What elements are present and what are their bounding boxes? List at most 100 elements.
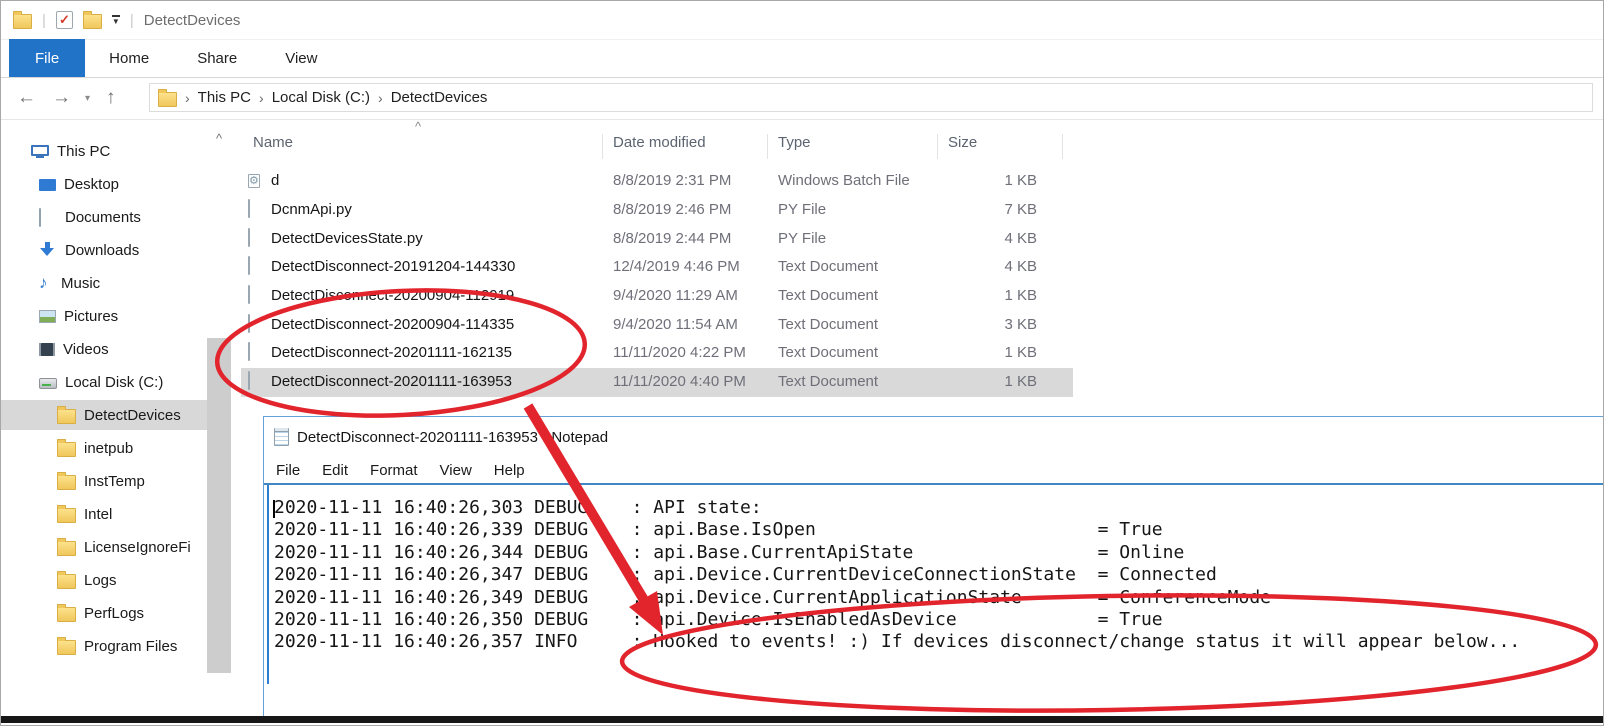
tab-file[interactable]: File <box>9 39 85 77</box>
file-date: 8/8/2019 2:46 PM <box>613 201 731 218</box>
sidebar-scroll-up-icon[interactable]: ^ <box>207 129 231 149</box>
sidebar-item-perflogs[interactable]: PerfLogs <box>1 598 233 628</box>
file-name: DetectDisconnect-20191204-144330 <box>271 258 515 275</box>
sidebar-item-logs[interactable]: Logs <box>1 565 233 595</box>
table-row[interactable]: ⚙ d 8/8/2019 2:31 PM Windows Batch File … <box>241 167 1073 196</box>
sidebar-item-this-pc[interactable]: This PC <box>1 136 233 166</box>
menu-file[interactable]: File <box>276 462 300 479</box>
table-row[interactable]: DetectDisconnect-20200904-114335 9/4/202… <box>241 311 1073 340</box>
notepad-titlebar[interactable]: DetectDisconnect-20201111-163953 - Notep… <box>264 417 1603 457</box>
sidebar-scrollbar[interactable] <box>207 338 231 673</box>
sidebar-item-music[interactable]: ♪ Music <box>1 268 233 298</box>
recent-locations-icon[interactable]: ▾ <box>85 93 90 104</box>
sidebar-item-label: Desktop <box>64 176 119 193</box>
sidebar-item-label: Music <box>61 275 100 292</box>
file-type: Text Document <box>778 316 878 333</box>
notepad-title: DetectDisconnect-20201111-163953 - Notep… <box>297 429 608 446</box>
folder-icon <box>57 541 76 556</box>
file-type: Text Document <box>778 344 878 361</box>
table-row[interactable]: DetectDevicesState.py 8/8/2019 2:44 PM P… <box>241 225 1073 254</box>
menu-help[interactable]: Help <box>494 462 525 479</box>
sidebar-item-inetpub[interactable]: inetpub <box>1 433 233 463</box>
breadcrumb-this-pc[interactable]: This PC <box>198 89 251 106</box>
sidebar-item-pictures[interactable]: Pictures <box>1 301 233 331</box>
notepad-menubar: File Edit Format View Help <box>264 457 1603 483</box>
app-folder-icon <box>13 14 32 29</box>
log-line: 2020-11-11 16:40:26,344 DEBUG : api.Base… <box>274 542 1520 564</box>
forward-icon[interactable]: → <box>52 87 71 109</box>
tab-home[interactable]: Home <box>85 39 173 77</box>
file-type: Text Document <box>778 287 878 304</box>
table-row[interactable]: DcnmApi.py 8/8/2019 2:46 PM PY File 7 KB <box>241 196 1073 225</box>
notepad-window: DetectDisconnect-20201111-163953 - Notep… <box>263 416 1603 717</box>
sidebar-item-label: PerfLogs <box>84 605 144 622</box>
sidebar-item-documents[interactable]: Documents <box>1 202 233 232</box>
location-folder-icon <box>158 92 177 107</box>
back-icon[interactable]: ← <box>17 87 36 109</box>
sidebar-item-label: Local Disk (C:) <box>65 374 163 391</box>
sidebar-item-label: Downloads <box>65 242 139 259</box>
sidebar-item-label: Pictures <box>64 308 118 325</box>
sidebar-item-label: Logs <box>84 572 117 589</box>
column-header-type[interactable]: Type <box>778 134 811 151</box>
file-name: d <box>271 172 279 189</box>
menu-view[interactable]: View <box>440 462 472 479</box>
column-header-size[interactable]: Size <box>948 134 977 151</box>
file-date: 12/4/2019 4:46 PM <box>613 258 740 275</box>
sidebar-item-program-files[interactable]: Program Files <box>1 631 233 661</box>
up-icon[interactable]: ↑ <box>106 87 116 109</box>
file-list-header: Name Date modified Type Size <box>241 129 1073 158</box>
tab-share[interactable]: Share <box>173 39 261 77</box>
sidebar-item-insttemp[interactable]: InstTemp <box>1 466 233 496</box>
table-row[interactable]: DetectDisconnect-20191204-144330 12/4/20… <box>241 253 1073 282</box>
sidebar-item-licenseignorefi[interactable]: LicenseIgnoreFi <box>1 532 233 562</box>
properties-checkbox-icon[interactable]: ✓ <box>56 11 73 29</box>
sidebar-item-label: LicenseIgnoreFi <box>84 539 191 556</box>
file-size: 1 KB <box>921 172 1037 189</box>
file-date: 8/8/2019 2:31 PM <box>613 172 731 189</box>
sidebar-item-label: DetectDevices <box>84 407 181 424</box>
sidebar-item-label: Intel <box>84 506 112 523</box>
file-size: 1 KB <box>921 373 1037 390</box>
sidebar-item-downloads[interactable]: Downloads <box>1 235 233 265</box>
file-date: 9/4/2020 11:29 AM <box>613 287 738 304</box>
window-title: DetectDevices <box>144 12 241 29</box>
sidebar-item-label: InstTemp <box>84 473 145 490</box>
breadcrumb-local-disk[interactable]: Local Disk (C:) <box>272 89 370 106</box>
tab-view[interactable]: View <box>261 39 341 77</box>
menu-edit[interactable]: Edit <box>322 462 348 479</box>
log-line: 2020-11-11 16:40:26,349 DEBUG : api.Devi… <box>274 587 1520 609</box>
column-header-date-modified[interactable]: Date modified <box>613 134 706 151</box>
column-header-name[interactable]: Name <box>253 134 293 151</box>
log-line: 2020-11-11 16:40:26,350 DEBUG : api.Devi… <box>274 609 1520 631</box>
bottom-border-bar <box>1 716 1603 723</box>
menu-format[interactable]: Format <box>370 462 418 479</box>
sidebar-item-desktop[interactable]: Desktop <box>1 169 233 199</box>
file-name: DetectDisconnect-20200904-114335 <box>271 316 514 333</box>
quick-access-dropdown-icon[interactable]: ▼ <box>112 15 120 25</box>
file-size: 1 KB <box>921 344 1037 361</box>
sidebar-item-local-disk-c[interactable]: Local Disk (C:) <box>1 367 233 397</box>
notepad-text-area[interactable]: 2020-11-11 16:40:26,303 DEBUG : API stat… <box>274 497 1520 654</box>
sidebar-item-detectdevices[interactable]: DetectDevices <box>1 400 207 430</box>
folder-icon <box>57 574 76 589</box>
notepad-edge <box>267 485 269 684</box>
ribbon-tab-bar: File Home Share View <box>1 39 1603 78</box>
table-row[interactable]: DetectDisconnect-20201111-162135 11/11/2… <box>241 339 1073 368</box>
new-folder-icon[interactable] <box>83 14 102 29</box>
table-row-selected[interactable]: DetectDisconnect-20201111-163953 11/11/2… <box>241 368 1073 397</box>
breadcrumb-separator: › <box>185 90 190 106</box>
file-type: Text Document <box>778 258 878 275</box>
file-name: DetectDisconnect-20201111-162135 <box>271 344 512 361</box>
sidebar-item-videos[interactable]: Videos <box>1 334 233 364</box>
file-date: 9/4/2020 11:54 AM <box>613 316 738 333</box>
sidebar-item-intel[interactable]: Intel <box>1 499 233 529</box>
breadcrumb-detectdevices[interactable]: DetectDevices <box>391 89 488 106</box>
breadcrumb-separator: › <box>378 90 383 106</box>
address-field[interactable]: › This PC › Local Disk (C:) › DetectDevi… <box>149 83 1593 112</box>
pictures-icon <box>39 310 56 323</box>
file-type: PY File <box>778 201 826 218</box>
py-file-icon <box>248 199 250 218</box>
folder-icon <box>57 442 76 457</box>
table-row[interactable]: DetectDisconnect-20200904-112919 9/4/202… <box>241 282 1073 311</box>
